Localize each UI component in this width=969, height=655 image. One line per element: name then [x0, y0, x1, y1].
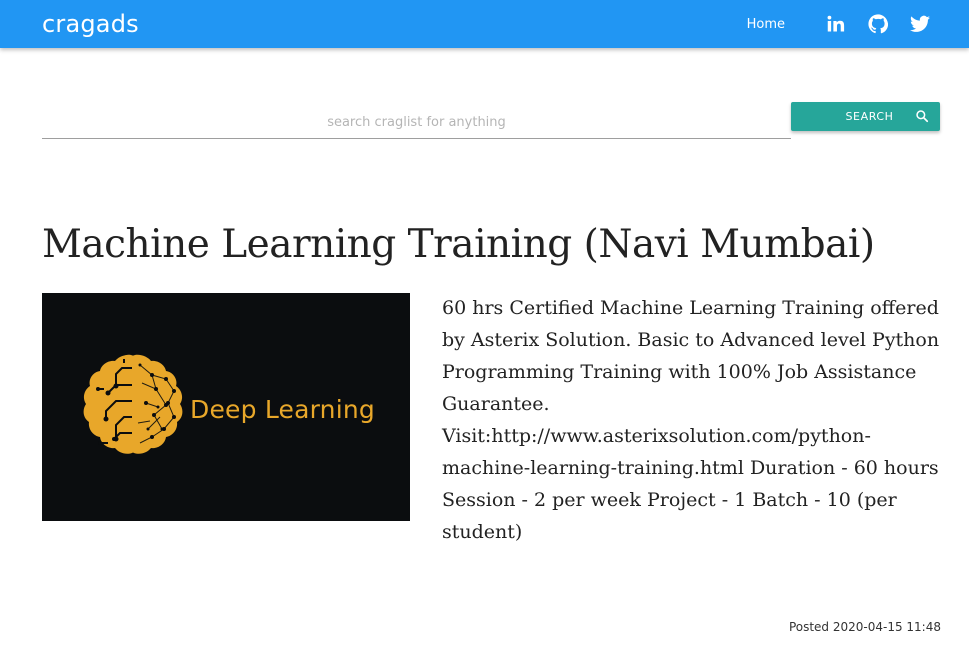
linkedin-icon[interactable]: [825, 13, 847, 35]
ad-description: 60 hrs Certified Machine Learning Traini…: [442, 297, 940, 543]
top-navbar: cragads Home: [0, 0, 969, 48]
brand-logo-link[interactable]: cragads: [42, 10, 139, 38]
image-caption: Deep Learning: [190, 395, 375, 424]
search-field: [42, 102, 791, 139]
home-link[interactable]: Home: [747, 17, 785, 32]
search-button-label: SEARCH: [845, 110, 894, 123]
nav-links: Home: [747, 0, 931, 48]
github-icon[interactable]: [867, 13, 889, 35]
ad-image: Deep Learning: [42, 293, 410, 521]
twitter-icon[interactable]: [909, 13, 931, 35]
search-button[interactable]: SEARCH: [791, 102, 940, 131]
search-icon: [916, 110, 929, 123]
posted-date: Posted 2020-04-15 11:48: [788, 620, 941, 634]
ad-title: Machine Learning Training (Navi Mumbai): [42, 222, 875, 267]
search-input[interactable]: [42, 102, 791, 138]
